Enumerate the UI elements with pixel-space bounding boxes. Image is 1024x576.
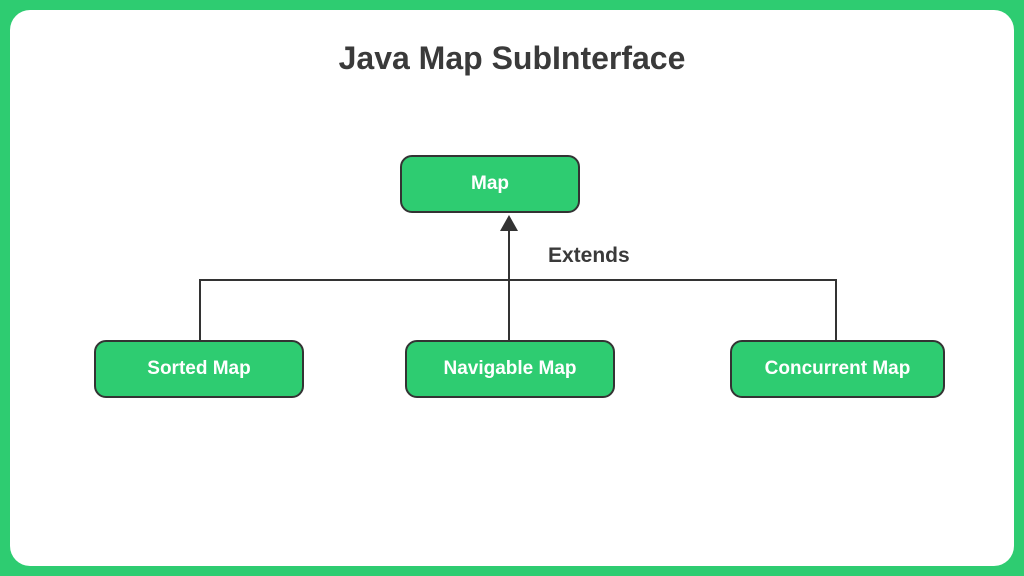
diagram-frame: Java Map SubInterface Map Extends Sorted… xyxy=(10,10,1014,566)
node-map-label: Map xyxy=(471,173,509,195)
extends-label: Extends xyxy=(548,244,630,268)
node-sorted-map: Sorted Map xyxy=(94,340,304,398)
node-sorted-map-label: Sorted Map xyxy=(147,358,250,380)
node-navigable-map-label: Navigable Map xyxy=(443,358,576,380)
connector-vertical-right xyxy=(835,279,837,340)
connector-vertical-center xyxy=(508,228,510,340)
node-navigable-map: Navigable Map xyxy=(405,340,615,398)
node-concurrent-map: Concurrent Map xyxy=(730,340,945,398)
connector-horizontal xyxy=(200,279,836,281)
connector-vertical-left xyxy=(199,279,201,340)
node-concurrent-map-label: Concurrent Map xyxy=(765,358,911,380)
diagram-title: Java Map SubInterface xyxy=(10,40,1014,77)
node-map: Map xyxy=(400,155,580,213)
